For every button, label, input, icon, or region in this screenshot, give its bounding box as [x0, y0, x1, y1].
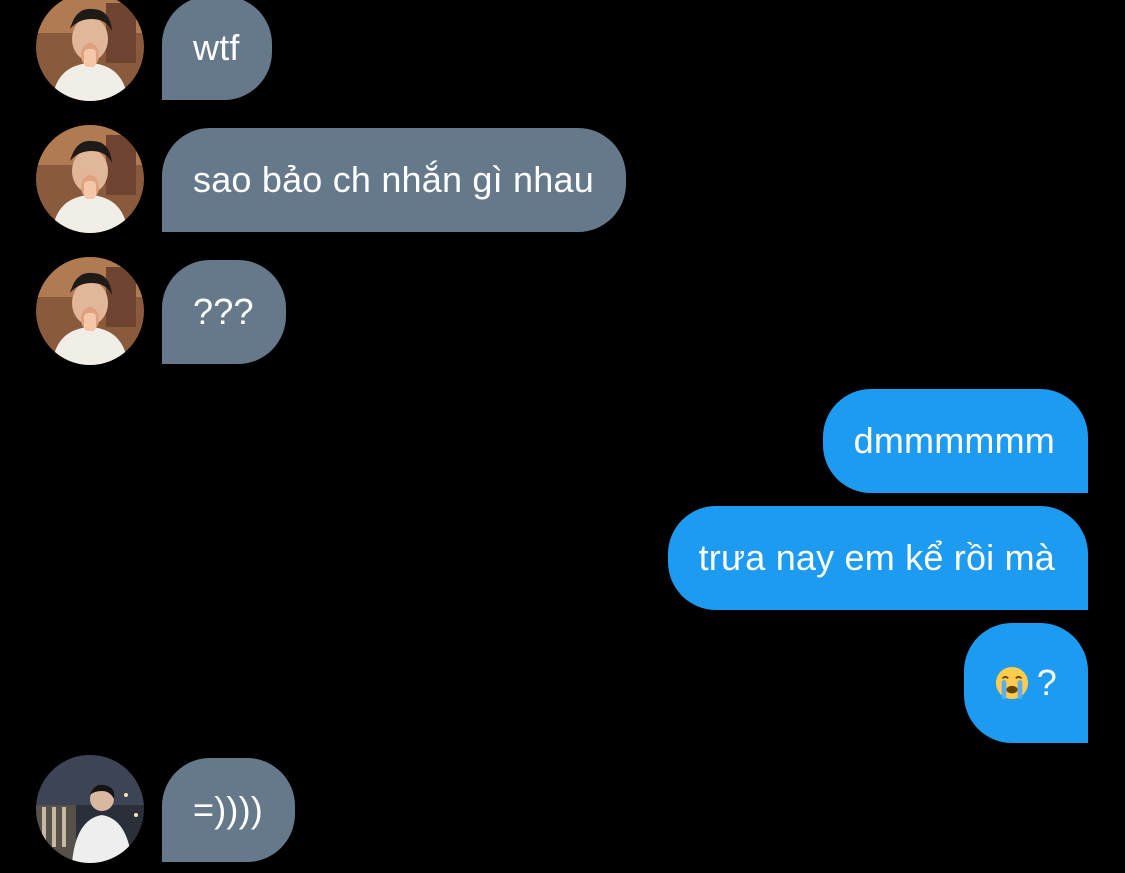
message-text: ? — [1036, 662, 1057, 703]
message-text: sao bảo ch nhắn gì nhau — [193, 159, 594, 200]
avatar-night-photo — [36, 755, 144, 863]
sender-avatar[interactable] — [36, 257, 144, 365]
avatar-portrait-image — [36, 257, 144, 365]
loudly-crying-face-emoji — [995, 666, 1028, 700]
avatar-portrait-image — [36, 0, 144, 101]
avatar-portrait-image — [36, 125, 144, 233]
sender-avatar[interactable] — [36, 125, 144, 233]
message-bubble-incoming[interactable]: sao bảo ch nhắn gì nhau — [162, 128, 626, 232]
message-text: =)))) — [193, 789, 263, 830]
sender-avatar[interactable] — [36, 0, 144, 101]
message-bubble-outgoing[interactable]: dmmmmmm — [822, 389, 1088, 493]
message-text: trưa nay em kể rồi mà — [698, 537, 1055, 578]
message-bubble-outgoing[interactable]: ? — [963, 623, 1088, 743]
message-bubble-outgoing[interactable]: trưa nay em kể rồi mà — [667, 506, 1088, 610]
message-text: dmmmmmm — [853, 420, 1055, 461]
message-bubble-incoming[interactable]: wtf — [162, 0, 272, 100]
message-text: wtf — [193, 27, 240, 68]
message-bubble-incoming[interactable]: =)))) — [162, 758, 295, 862]
message-bubble-incoming[interactable]: ??? — [162, 260, 286, 364]
message-text: ??? — [193, 291, 254, 332]
sender-avatar[interactable] — [36, 755, 144, 863]
